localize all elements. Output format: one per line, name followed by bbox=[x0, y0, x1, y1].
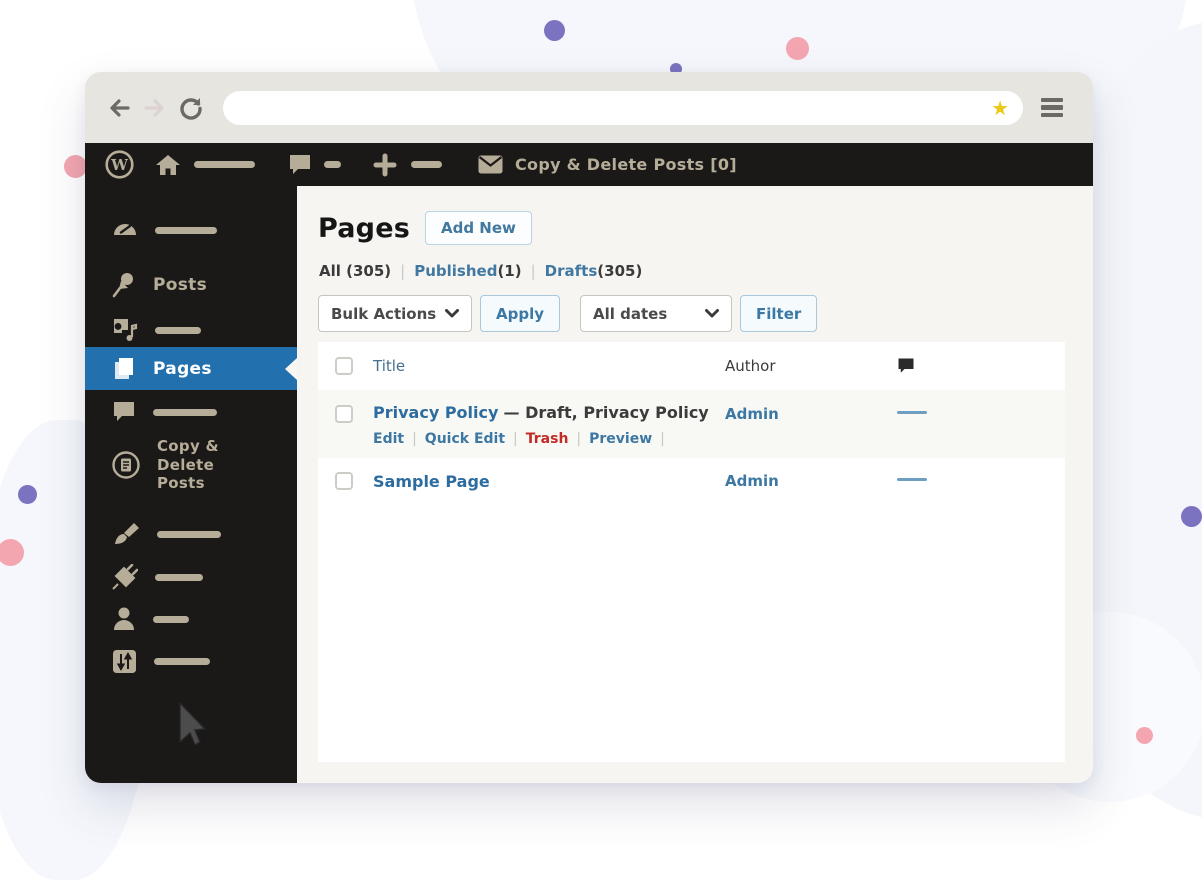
pages-icon bbox=[112, 356, 136, 382]
forward-icon[interactable] bbox=[143, 96, 167, 120]
pages-table: Title Author Privacy Policy — Draft, Pri… bbox=[318, 342, 1065, 762]
row-actions: Edit | Quick Edit | Trash | Preview | bbox=[373, 431, 725, 447]
svg-text:W: W bbox=[110, 156, 129, 174]
column-header-author: Author bbox=[725, 357, 897, 375]
table-row: Privacy Policy — Draft, Privacy Policy E… bbox=[318, 390, 1065, 458]
chevron-down-icon bbox=[445, 309, 459, 318]
separator: | bbox=[400, 262, 405, 280]
sidebar-item-users[interactable] bbox=[112, 603, 189, 635]
user-icon bbox=[112, 606, 136, 632]
new-content-plus-icon[interactable] bbox=[373, 153, 397, 177]
wordpress-logo-icon[interactable]: W bbox=[105, 150, 134, 179]
plug-icon bbox=[112, 564, 138, 590]
page-title-link[interactable]: Sample Page bbox=[373, 472, 725, 491]
all-dates-select[interactable]: All dates bbox=[580, 295, 732, 332]
author-link[interactable]: Admin bbox=[725, 472, 897, 491]
wp-admin-bar: W Copy & Delete Posts [0] bbox=[85, 143, 1093, 186]
wp-sidebar: Posts Pages bbox=[85, 186, 297, 783]
home-icon[interactable] bbox=[155, 153, 181, 177]
separator: | bbox=[531, 262, 536, 280]
decor-dot-purple bbox=[1181, 506, 1202, 527]
dashboard-gauge-icon bbox=[112, 217, 138, 243]
menu-placeholder-dash bbox=[411, 161, 442, 168]
apply-button[interactable]: Apply bbox=[480, 295, 560, 332]
menu-placeholder-dash bbox=[155, 227, 217, 234]
list-toolbar: Bulk Actions Apply All dates Filter bbox=[318, 295, 1093, 332]
pages-screen: Pages Add New All (305) | Published(1) |… bbox=[297, 186, 1093, 783]
url-bar[interactable]: ★ bbox=[223, 91, 1023, 125]
menu-placeholder-dash bbox=[155, 574, 203, 581]
browser-window: ★ W Copy & Delete Posts [0] bbox=[85, 72, 1093, 783]
browser-chrome: ★ bbox=[85, 72, 1093, 143]
sidebar-item-plugins[interactable] bbox=[112, 561, 203, 593]
media-icon bbox=[112, 317, 138, 343]
bookmark-star-icon[interactable]: ★ bbox=[991, 95, 1009, 121]
sidebar-item-media[interactable] bbox=[112, 314, 201, 346]
view-drafts-link[interactable]: Drafts(305) bbox=[545, 262, 643, 280]
sidebar-item-posts[interactable]: Posts bbox=[112, 269, 207, 301]
views-filter-links: All (305) | Published(1) | Drafts(305) bbox=[319, 262, 1093, 280]
sidebar-item-label: Pages bbox=[153, 359, 212, 379]
menu-placeholder-dash bbox=[154, 658, 210, 665]
decor-dot-pink bbox=[1136, 727, 1153, 744]
preview-link[interactable]: Preview bbox=[589, 431, 652, 447]
refresh-icon[interactable] bbox=[179, 96, 203, 120]
chevron-down-icon bbox=[705, 309, 719, 318]
sidebar-item-appearance[interactable] bbox=[112, 518, 221, 550]
edit-link[interactable]: Edit bbox=[373, 431, 404, 447]
page-title: Pages bbox=[318, 213, 410, 244]
settings-sliders-icon bbox=[112, 649, 137, 674]
comments-count-link[interactable] bbox=[897, 411, 927, 414]
view-published-link[interactable]: Published(1) bbox=[414, 262, 521, 280]
page-title-link[interactable]: Privacy Policy bbox=[373, 403, 498, 422]
sidebar-item-dashboard[interactable] bbox=[112, 214, 217, 246]
separator: | bbox=[513, 431, 518, 447]
sidebar-item-label: Copy & Delete Posts bbox=[157, 437, 267, 493]
mouse-cursor-icon bbox=[179, 702, 207, 746]
sidebar-item-copy-delete-posts[interactable]: Copy & Delete Posts bbox=[112, 438, 267, 492]
sidebar-item-comments[interactable] bbox=[112, 396, 217, 428]
table-header-row: Title Author bbox=[318, 342, 1065, 390]
pushpin-icon bbox=[112, 272, 136, 298]
menu-placeholder-dash bbox=[194, 161, 255, 168]
table-row: Sample Page Admin bbox=[318, 458, 1065, 505]
quick-edit-link[interactable]: Quick Edit bbox=[425, 431, 505, 447]
back-icon[interactable] bbox=[107, 96, 131, 120]
browser-menu-icon[interactable] bbox=[1041, 98, 1063, 118]
row-checkbox[interactable] bbox=[335, 405, 353, 423]
column-header-title[interactable]: Title bbox=[373, 357, 725, 375]
mail-icon[interactable] bbox=[478, 155, 503, 174]
comments-column-icon bbox=[897, 357, 915, 375]
bulk-actions-select[interactable]: Bulk Actions bbox=[318, 295, 472, 332]
page-status-suffix: — Draft, Privacy Policy bbox=[504, 403, 709, 422]
separator: | bbox=[412, 431, 417, 447]
menu-placeholder-dash bbox=[153, 409, 217, 416]
comments-count-link[interactable] bbox=[897, 478, 927, 481]
sidebar-item-label: Posts bbox=[153, 275, 207, 295]
separator: | bbox=[576, 431, 581, 447]
copy-delete-posts-icon bbox=[112, 451, 140, 479]
select-all-checkbox[interactable] bbox=[335, 357, 353, 375]
view-all-link[interactable]: All (305) bbox=[319, 262, 391, 280]
decor-dot-pink bbox=[64, 155, 87, 178]
menu-placeholder-dash bbox=[153, 616, 189, 623]
decor-dot-pink bbox=[786, 37, 809, 60]
admin-bar-plugin-label[interactable]: Copy & Delete Posts [0] bbox=[515, 155, 737, 174]
trash-link[interactable]: Trash bbox=[526, 431, 569, 447]
author-link[interactable]: Admin bbox=[725, 405, 897, 447]
decor-dot-purple bbox=[18, 485, 37, 504]
paintbrush-icon bbox=[112, 521, 140, 547]
menu-placeholder-dash bbox=[157, 531, 221, 538]
row-checkbox[interactable] bbox=[335, 472, 353, 490]
add-new-button[interactable]: Add New bbox=[425, 211, 532, 245]
sidebar-item-pages[interactable]: Pages bbox=[85, 347, 297, 390]
comments-icon[interactable] bbox=[288, 153, 312, 177]
decor-dot-purple bbox=[544, 20, 565, 41]
menu-placeholder-dash bbox=[324, 161, 341, 168]
separator: | bbox=[660, 431, 665, 447]
comments-icon bbox=[112, 400, 136, 424]
filter-button[interactable]: Filter bbox=[740, 295, 817, 332]
sidebar-item-settings[interactable] bbox=[112, 645, 210, 677]
menu-placeholder-dash bbox=[155, 327, 201, 334]
